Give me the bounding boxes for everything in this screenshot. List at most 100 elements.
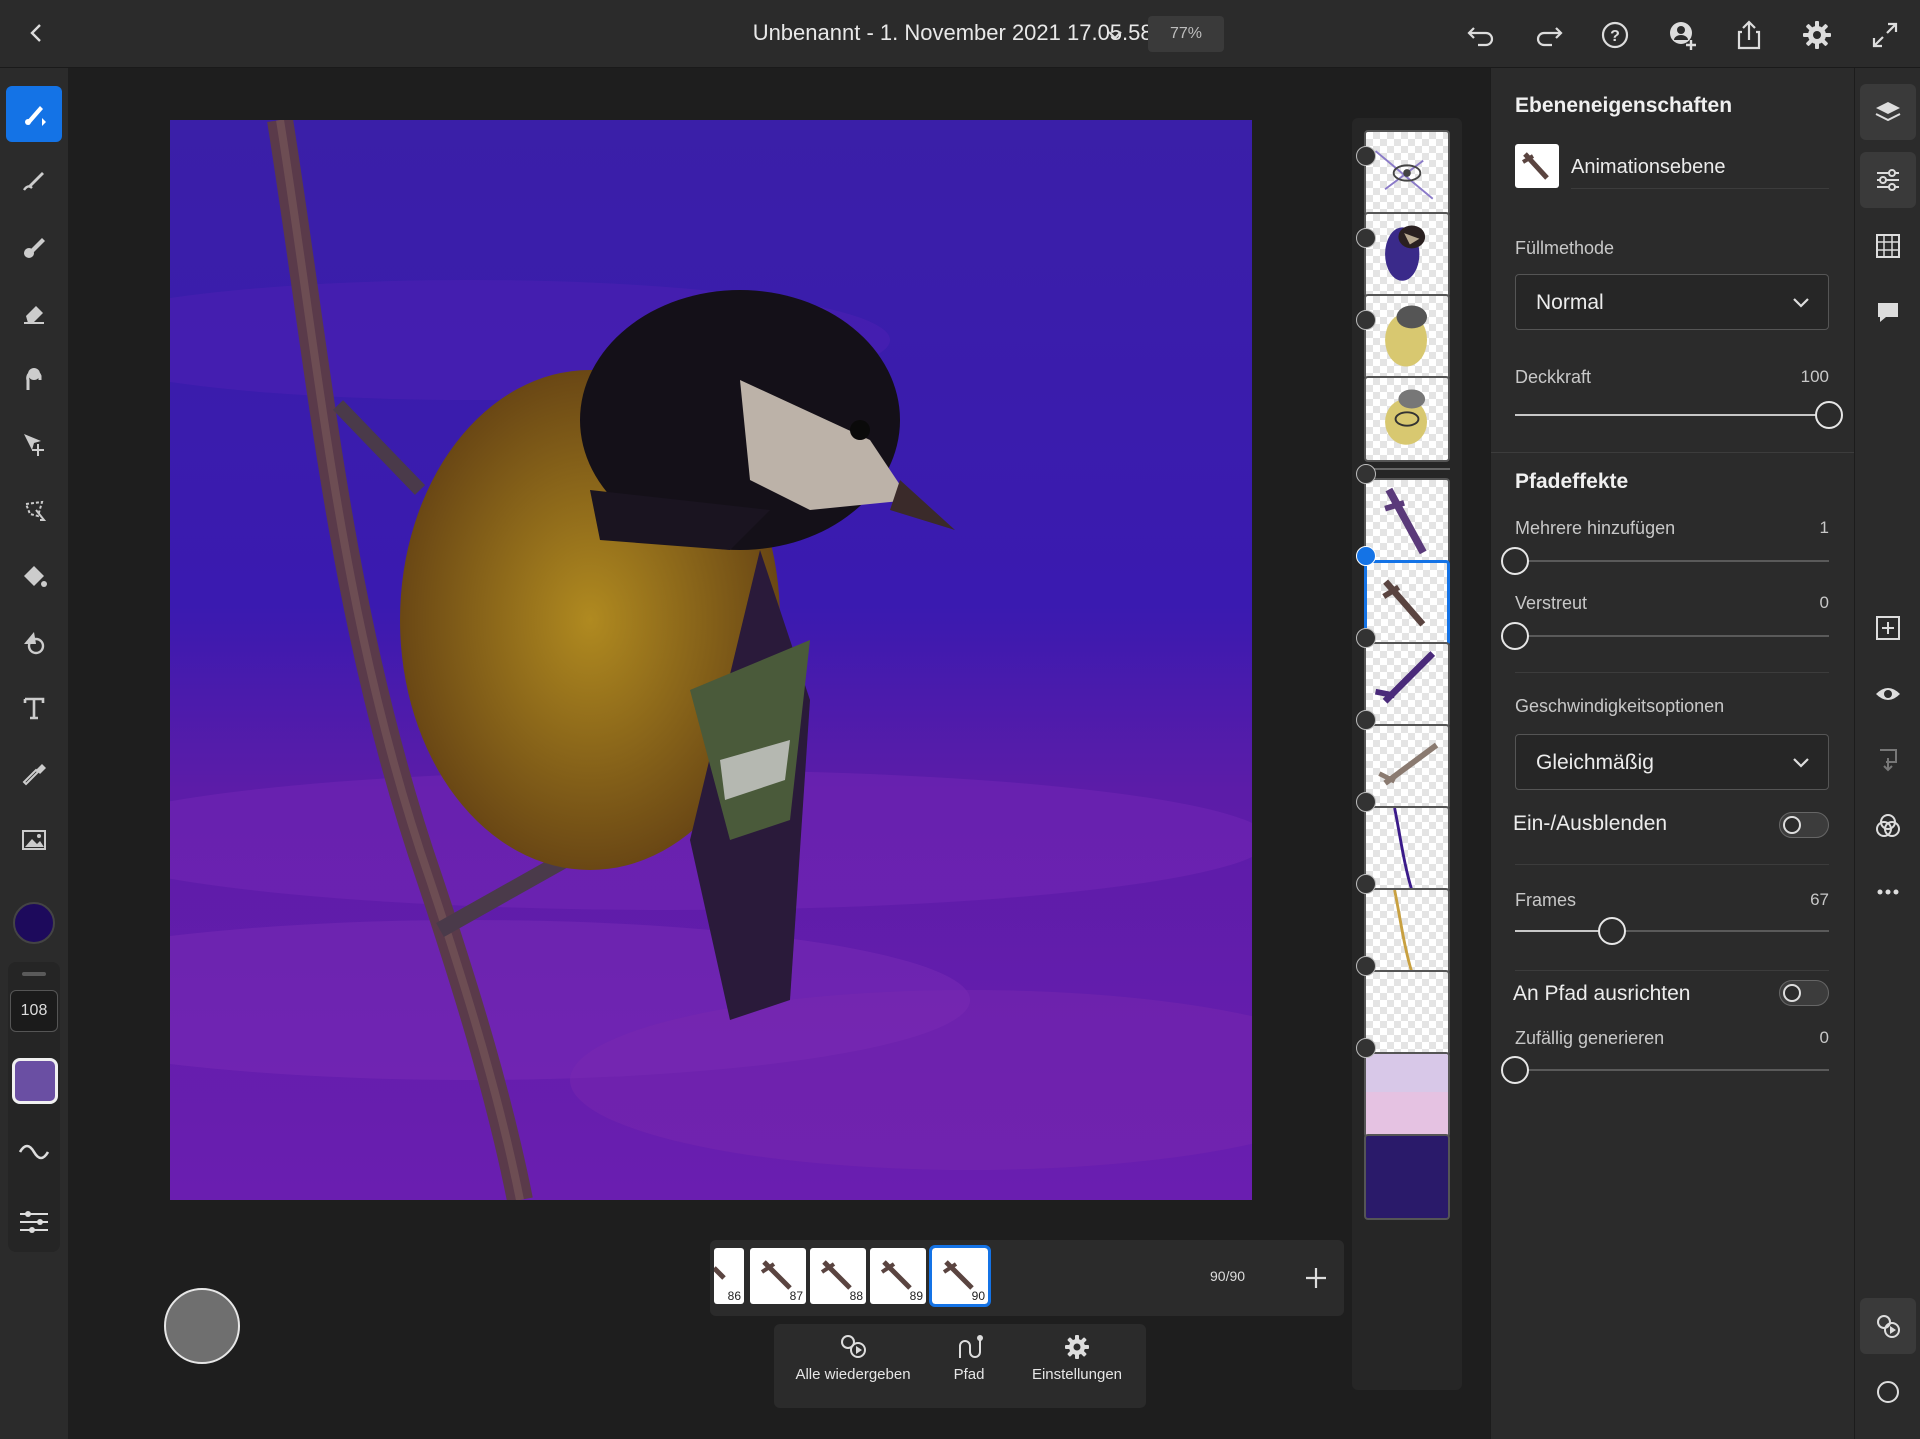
settings-icon[interactable] [1798, 16, 1836, 54]
panel-title: Ebeneneigenschaften [1515, 94, 1733, 117]
fill-tool[interactable] [6, 548, 62, 604]
frame-thumbnail[interactable]: 89 [870, 1248, 926, 1304]
grid-icon[interactable] [1860, 218, 1916, 274]
multiple-slider-knob[interactable] [1501, 547, 1529, 575]
layer-thumbnail[interactable] [1364, 294, 1450, 380]
brush-settings-icon[interactable] [6, 1192, 62, 1248]
layer-drag-handle[interactable] [1356, 874, 1376, 894]
animation-settings-button[interactable]: Einstellungen [1022, 1332, 1132, 1402]
merge-icon[interactable] [1860, 732, 1916, 788]
eyedropper-tool[interactable] [6, 746, 62, 802]
layer-drag-handle[interactable] [1356, 146, 1376, 166]
scatter-slider-track[interactable] [1515, 635, 1829, 637]
blend-mode-dropdown[interactable]: Normal [1515, 274, 1829, 330]
visibility-icon[interactable] [1860, 666, 1916, 722]
frames-slider-knob[interactable] [1598, 917, 1627, 945]
image-tool[interactable] [6, 812, 62, 868]
brush-color-swatch[interactable] [12, 1058, 58, 1104]
layer-thumbnail[interactable] [1364, 1052, 1450, 1138]
toggle-knob [1783, 816, 1801, 834]
multiple-slider-track[interactable] [1515, 560, 1829, 562]
animation-icon[interactable] [1860, 1298, 1916, 1354]
path-icon [959, 1335, 983, 1358]
redo-icon[interactable] [1530, 16, 1568, 54]
layer-thumbnail[interactable] [1364, 806, 1450, 892]
chevron-down-icon[interactable] [1100, 22, 1130, 48]
randomize-slider-track[interactable] [1515, 1069, 1829, 1071]
add-layer-icon[interactable] [1860, 600, 1916, 656]
layer-properties-panel: Ebeneneigenschaften Animationsebene Füll… [1490, 68, 1855, 1439]
frame-thumbnail[interactable]: 88 [810, 1248, 866, 1304]
frame-thumbnail[interactable]: 87 [750, 1248, 806, 1304]
circle-icon[interactable] [1860, 1364, 1916, 1420]
randomize-slider-knob[interactable] [1501, 1056, 1529, 1084]
layer-drag-handle[interactable] [1356, 956, 1376, 976]
add-frame-icon[interactable] [1298, 1260, 1334, 1296]
align-to-path-toggle[interactable] [1779, 980, 1829, 1006]
transform-tool[interactable] [6, 416, 62, 472]
frame-number: 88 [849, 1289, 863, 1303]
frames-slider-track[interactable] [1515, 930, 1829, 932]
zoom-level[interactable]: 77% [1148, 16, 1224, 52]
opacity-value: 100 [1800, 367, 1829, 386]
back-icon[interactable] [22, 18, 52, 48]
layer-thumbnail[interactable] [1364, 724, 1450, 810]
layer-drag-handle[interactable] [1356, 464, 1376, 484]
layer-drag-handle[interactable] [1356, 710, 1376, 730]
blend-icon[interactable] [1860, 798, 1916, 854]
layer-thumbnail[interactable] [1364, 642, 1450, 728]
layer-thumbnail[interactable] [1364, 130, 1450, 216]
paint-brush-tool[interactable] [6, 86, 62, 142]
path-button[interactable]: Pfad [934, 1332, 1004, 1402]
layer-drag-handle[interactable] [1356, 228, 1376, 248]
comments-icon[interactable] [1860, 284, 1916, 340]
opacity-slider-track[interactable] [1515, 414, 1829, 416]
opacity-slider-knob[interactable] [1815, 401, 1843, 429]
frame-thumbnail[interactable]: 86 [714, 1248, 744, 1304]
lasso-tool[interactable] [6, 482, 62, 538]
layer-drag-handle[interactable] [1356, 792, 1376, 812]
artwork-canvas[interactable] [170, 120, 1252, 1200]
text-tool[interactable] [6, 680, 62, 736]
layer-thumbnail[interactable] [1364, 376, 1450, 462]
layer-thumbnail[interactable] [1364, 212, 1450, 298]
layer-drag-handle[interactable] [1356, 1038, 1376, 1058]
scatter-slider-knob[interactable] [1501, 622, 1529, 650]
animation-settings-label: Einstellungen [1031, 1366, 1123, 1383]
more-icon[interactable] [1860, 864, 1916, 920]
layer-name[interactable]: Animationsebene [1571, 156, 1726, 179]
speed-options-dropdown[interactable]: Gleichmäßig [1515, 734, 1829, 790]
mixer-tool[interactable] [6, 218, 62, 274]
align-to-path-label: An Pfad ausrichten [1513, 982, 1691, 1005]
smoothing-icon[interactable] [6, 1122, 62, 1178]
eraser-tool[interactable] [6, 284, 62, 340]
frames-label: Frames [1515, 890, 1577, 910]
smudge-tool[interactable] [6, 152, 62, 208]
shape-tool[interactable] [6, 614, 62, 670]
fullscreen-icon[interactable] [1866, 16, 1904, 54]
animation-timeline: 86 87 88 89 90 90/90 [710, 1240, 1344, 1316]
play-all-button[interactable]: Alle wiedergeben [788, 1332, 918, 1402]
invite-icon[interactable] [1664, 16, 1702, 54]
layer-thumbnail[interactable] [1364, 888, 1450, 974]
frame-thumbnail-selected[interactable]: 90 [929, 1245, 991, 1307]
multiple-value: 1 [1819, 518, 1829, 537]
touch-shortcut-button[interactable] [164, 1288, 240, 1364]
help-icon[interactable]: ? [1596, 16, 1634, 54]
layer-thumbnail-selected[interactable] [1364, 560, 1450, 646]
liquify-tool[interactable] [6, 350, 62, 406]
brush-size-value[interactable]: 108 [10, 990, 58, 1032]
layer-drag-handle[interactable] [1356, 310, 1376, 330]
layer-thumbnail[interactable] [1364, 478, 1450, 564]
layer-properties-icon[interactable] [1860, 152, 1916, 208]
primary-color-swatch[interactable] [13, 902, 55, 944]
layer-drag-handle-selected[interactable] [1356, 546, 1376, 566]
layer-thumbnail[interactable] [1364, 970, 1450, 1056]
layers-icon[interactable] [1860, 84, 1916, 140]
layer-thumbnail[interactable] [1364, 1134, 1450, 1220]
layer-drag-handle[interactable] [1356, 628, 1376, 648]
share-icon[interactable] [1730, 16, 1768, 54]
section-divider [1515, 864, 1829, 865]
undo-icon[interactable] [1462, 16, 1500, 54]
fade-toggle[interactable] [1779, 812, 1829, 838]
